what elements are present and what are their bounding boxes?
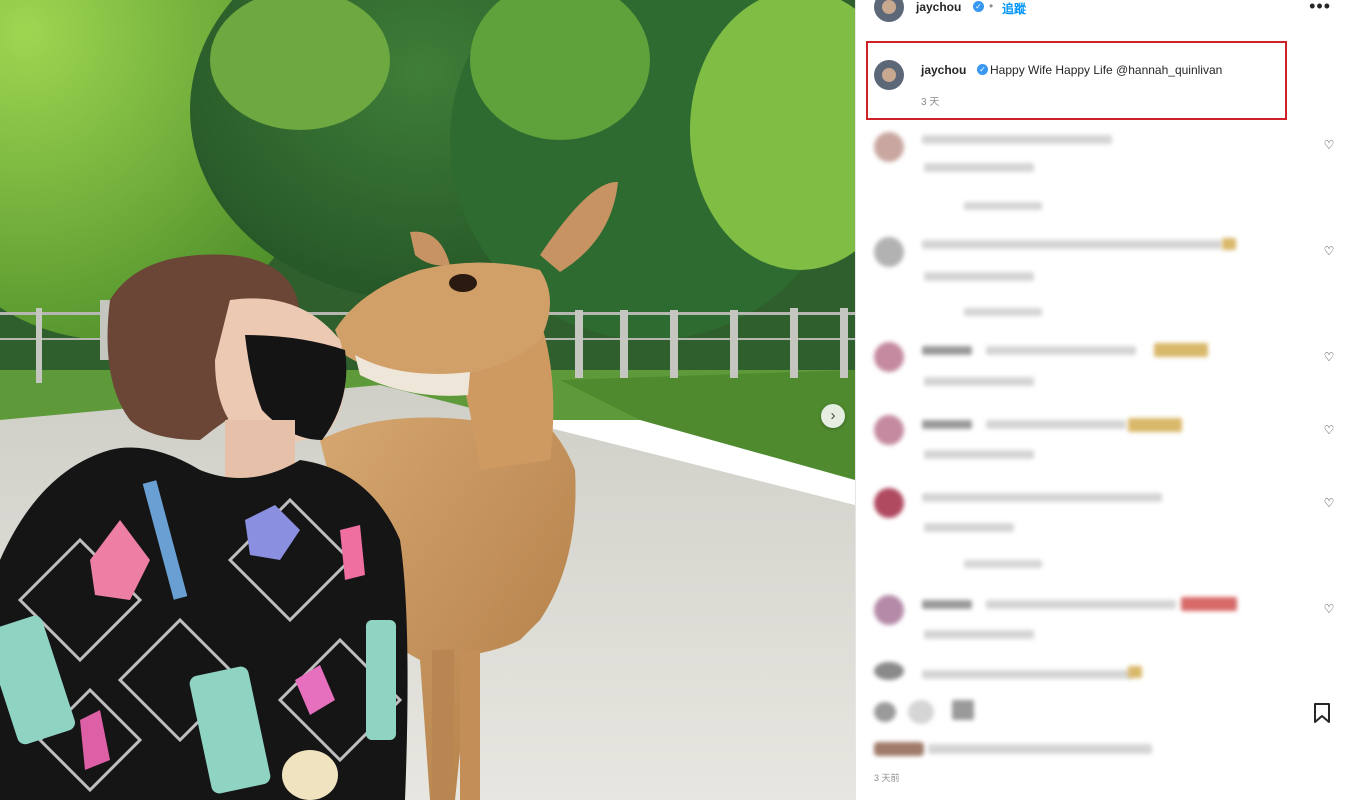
comment-text [922,493,1162,502]
comment-emoji [1222,238,1236,250]
share-icon[interactable] [952,700,974,720]
comment-avatar[interactable] [874,595,904,625]
view-replies[interactable] [964,308,1042,316]
caption-text: Happy Wife Happy Life @hannah_quinlivan [990,63,1223,77]
post-time: 3 天前 [874,773,900,783]
like-icon[interactable] [874,702,896,722]
comment-text [922,135,1112,144]
heart-icon[interactable]: ♡ [1322,423,1336,437]
verified-badge-icon: ✓ [977,64,988,75]
comment-avatar[interactable] [874,488,904,518]
view-replies[interactable] [964,560,1042,568]
post-photo[interactable]: › [0,0,855,800]
comment-meta [924,163,1034,172]
next-photo-button[interactable]: › [821,404,845,428]
caption-highlight [866,41,1287,120]
post-panel: jaychou ✓ • 追蹤 ••• jaychou ✓ Happy Wife … [855,0,1348,800]
author-username[interactable]: jaychou [916,0,961,14]
heart-icon[interactable]: ♡ [1322,602,1336,616]
liked-by-avatars[interactable] [874,742,924,756]
caption-time: 3 天 [921,97,940,108]
post-header: jaychou ✓ • 追蹤 ••• [856,0,1348,36]
comment-emoji [1154,343,1208,357]
view-replies[interactable] [964,202,1042,210]
comment-icon[interactable] [908,700,934,724]
comment-avatar[interactable] [874,415,904,445]
comment-meta [924,450,1034,459]
comment-text [986,346,1136,355]
comment-emoji [1181,597,1237,611]
comment-avatar[interactable] [874,342,904,372]
comment-avatar[interactable] [874,237,904,267]
comment-meta [924,272,1034,281]
caption-avatar[interactable] [874,60,904,90]
comment-emoji [1128,666,1142,678]
liked-by-text[interactable] [928,744,1152,754]
separator-dot: • [989,0,994,13]
heart-icon[interactable]: ♡ [1322,496,1336,510]
comment-text [922,670,1132,679]
caption-username[interactable]: jaychou [921,63,966,77]
photo-image [0,0,855,800]
heart-icon[interactable]: ♡ [1322,138,1336,152]
comment-text [922,600,972,609]
comment-avatar[interactable] [874,132,904,162]
comment-meta [924,377,1034,386]
comment-text [922,240,1222,249]
comment-avatar[interactable] [874,662,904,680]
heart-icon[interactable]: ♡ [1322,244,1336,258]
verified-badge-icon: ✓ [973,1,984,12]
comment-text [986,600,1176,609]
comment-meta [924,630,1034,639]
bookmark-icon[interactable] [1312,702,1332,724]
comment-emoji [1128,418,1182,432]
comment-text [922,346,972,355]
comment-text [986,420,1126,429]
heart-icon[interactable]: ♡ [1322,350,1336,364]
comment-meta [924,523,1014,532]
author-avatar[interactable] [874,0,904,22]
follow-button[interactable]: 追蹤 [1002,0,1026,17]
more-options-icon[interactable]: ••• [1309,0,1331,17]
comment-text [922,420,972,429]
